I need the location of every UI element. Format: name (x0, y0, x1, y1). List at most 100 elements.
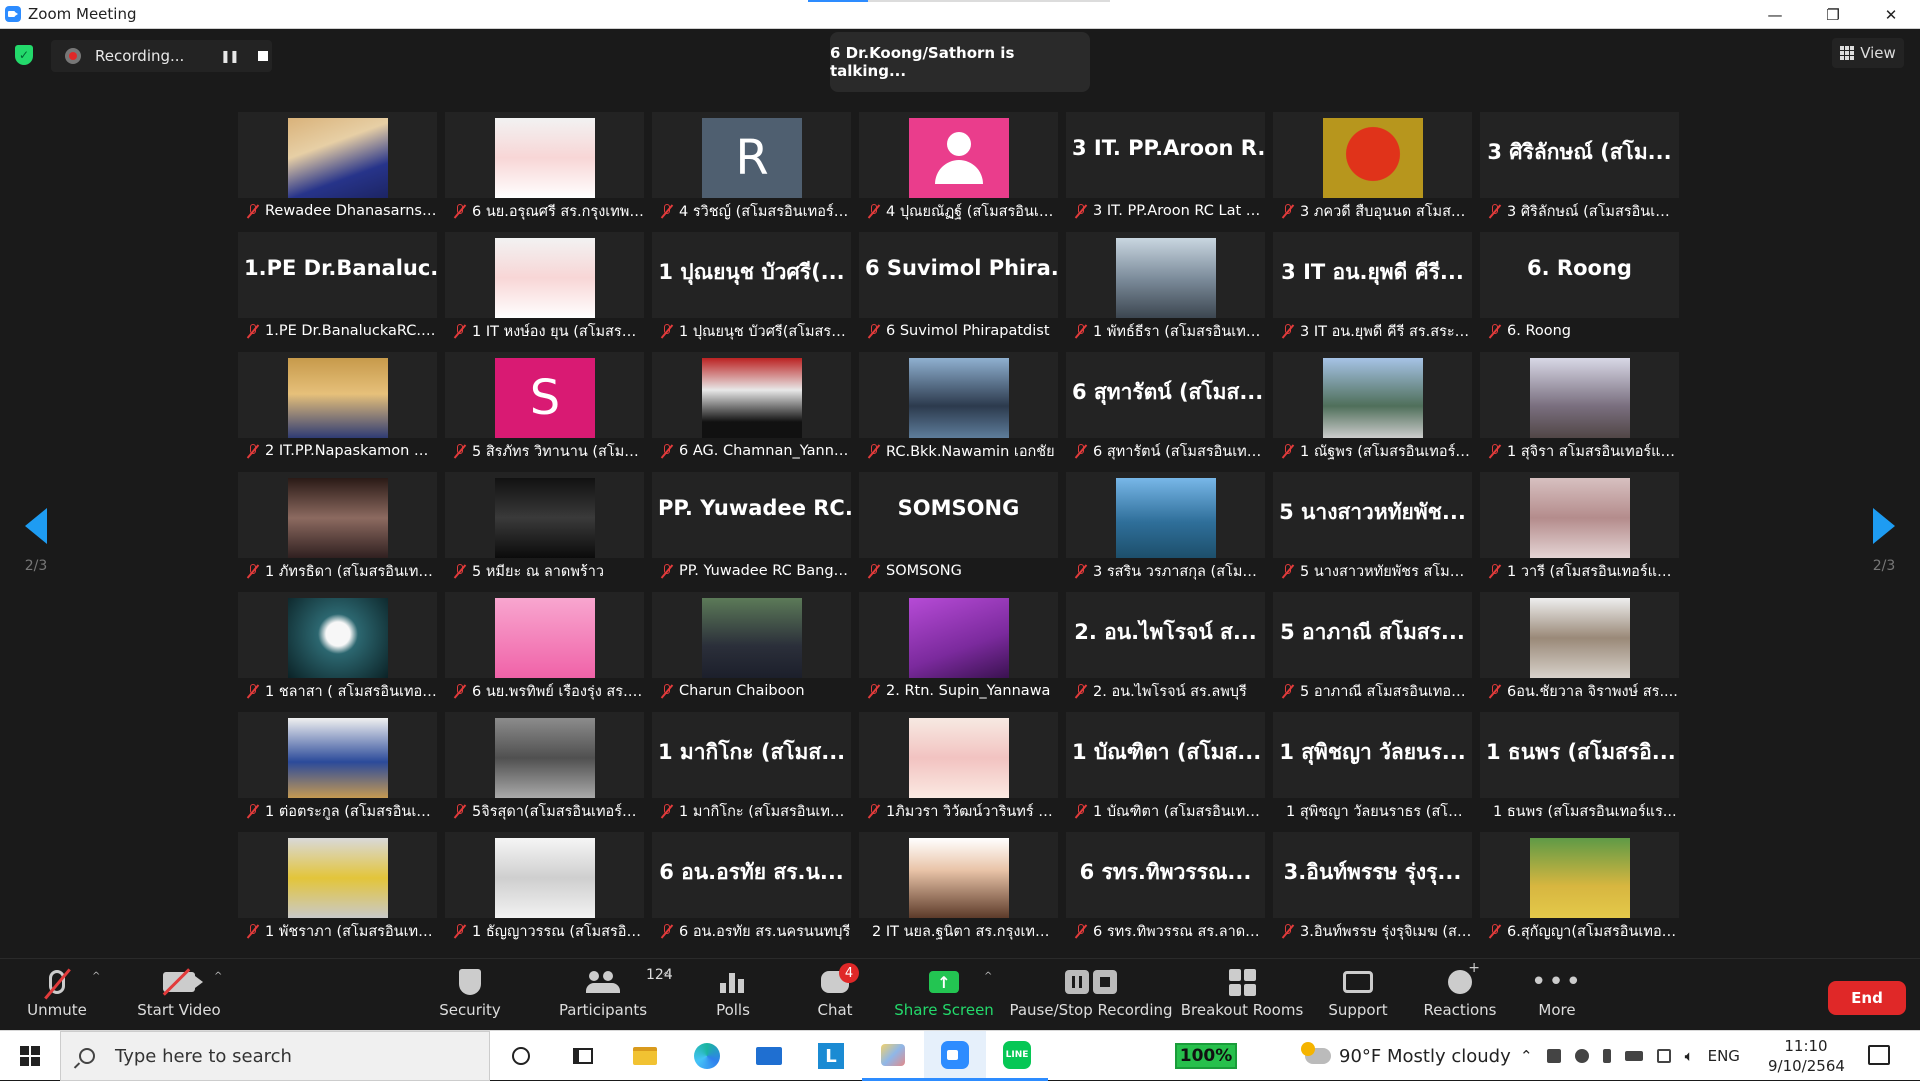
participant-tile[interactable]: 6 รทร.ทิพวรรณ... 6 รทร.ทิพวรรณ สร.ลาดพ... (1066, 832, 1265, 944)
video-options-caret[interactable]: ^ (214, 971, 222, 982)
participant-tile[interactable]: 1 พัทธ์ธีรา (สโมสรอินเทอร์... (1066, 232, 1265, 344)
start-button[interactable] (0, 1031, 60, 1081)
tray-app-icon[interactable] (1546, 1049, 1561, 1063)
close-button[interactable]: ✕ (1862, 0, 1920, 29)
participant-tile[interactable]: 6. Roong 6. Roong (1480, 232, 1679, 344)
show-hidden-icons-chevron-icon[interactable]: ⌃ (1520, 1047, 1533, 1065)
microphone-tray-icon[interactable] (1602, 1049, 1611, 1063)
participant-tile[interactable]: 6 สุทารัตน์ (สโมส... 6 สุทารัตน์ (สโมสรอิ… (1066, 352, 1265, 464)
previous-page-button[interactable]: 2/3 (6, 508, 66, 574)
more-button[interactable]: ••• More (1531, 965, 1581, 1025)
participant-tile[interactable]: 2. Rtn. Supin_Yannawa (859, 592, 1058, 704)
security-button[interactable]: Security (438, 965, 502, 1025)
participant-tile[interactable]: 3 IT อน.ยุพดี คีรี... 3 IT อน.ยุพดี คีรี … (1273, 232, 1472, 344)
participant-tile[interactable]: R 4 รวิชญ์ (สโมสรอินเทอร์แ... (652, 112, 851, 224)
participant-tile[interactable]: Charun Chaiboon (652, 592, 851, 704)
participant-tile[interactable]: 1 ต่อตระกูล (สโมสรอินเตอ... (238, 712, 437, 824)
input-language[interactable]: ENG (1708, 1047, 1740, 1065)
view-button[interactable]: View (1832, 38, 1904, 68)
restore-button[interactable]: ❐ (1804, 0, 1862, 29)
participant-tile[interactable]: 3 ศิริลักษณ์ (สโม... 3 ศิริลักษณ์ (สโมสรอ… (1480, 112, 1679, 224)
participant-tile[interactable]: 6อน.ชัยวาล จิราพงษ์ สร.... (1480, 592, 1679, 704)
chat-button[interactable]: 4 Chat (810, 963, 860, 1025)
participant-tile[interactable]: 1 IT หงษ์อง ยุน (สโมสรอิน... (445, 232, 644, 344)
battery-indicator[interactable]: 100% (1175, 1043, 1237, 1069)
participant-tile[interactable]: 5 หมียะ ณ ลาดพร้าว (445, 472, 644, 584)
participant-tile[interactable]: S 5 สิรภัทร วิทานาน (สโมสร... (445, 352, 644, 464)
participant-tile[interactable]: 1 มากิโกะ (สโมส... 1 มากิโกะ (สโมสรอินเทอ… (652, 712, 851, 824)
participant-tile[interactable]: 6 Suvimol Phira... 6 Suvimol Phirapatdist (859, 232, 1058, 344)
participant-tile[interactable]: 2. อน.ไพโรจน์ ส... 2. อน.ไพโรจน์ สร.ลพบุร… (1066, 592, 1265, 704)
share-options-caret[interactable]: ^ (984, 971, 992, 982)
participant-tile[interactable]: 1 วารี (สโมสรอินเทอร์แรค... (1480, 472, 1679, 584)
battery-tray-icon[interactable] (1624, 1051, 1643, 1061)
participant-tile[interactable]: 1 ปุณยนุช บัวศรี(... 1 ปุณยนุช บัวศรี(สโม… (652, 232, 851, 344)
participant-tile[interactable]: RC.Bkk.Nawamin เอกชัย (859, 352, 1058, 464)
participant-tile[interactable]: 6 อน.อรทัย สร.น... 6 อน.อรทัย สร.นครนนทบุ… (652, 832, 851, 944)
weather-widget[interactable]: 90°F Mostly cloudy (1301, 1031, 1511, 1081)
participant-tile[interactable]: 1 พัชราภา (สโมสรอินเทอร์... (238, 832, 437, 944)
participant-tile[interactable]: 1ภิมวรา วิวัฒน์วารินทร์ (ส... (859, 712, 1058, 824)
participant-tile[interactable]: 4 ปุณยณัฏฐ์ (สโมสรอินเท... (859, 112, 1058, 224)
taskbar-clock[interactable]: 11:10 9/10/2564 (1768, 1036, 1845, 1076)
reactions-button[interactable]: Reactions (1424, 960, 1497, 1025)
participant-tile[interactable]: 1 ณัฐพร (สโมสรอินเทอร์แ... (1273, 352, 1472, 464)
participant-tile[interactable]: 1.PE Dr.Banaluc... 1.PE Dr.BanaluckaRC.P.… (238, 232, 437, 344)
cortana-button[interactable] (490, 1031, 552, 1081)
participant-tile[interactable]: 5จิรสุดา(สโมสรอินเทอร์แร... (445, 712, 644, 824)
unmute-button[interactable]: Unmute (24, 965, 90, 1025)
polls-button[interactable]: Polls (708, 965, 758, 1025)
taskbar-search[interactable]: Type here to search (60, 1031, 490, 1081)
participant-tile[interactable]: 2 IT นยล.ฐนิตา สร.กรุงเทพ น... (859, 832, 1058, 944)
participant-tile[interactable]: 3 รสริน วรภาสกุล (สโมส... (1066, 472, 1265, 584)
participant-tile[interactable]: 1 ภัทรธิดา (สโมสรอินเทอร์... (238, 472, 437, 584)
end-meeting-button[interactable]: End (1828, 981, 1906, 1015)
edge-button[interactable] (676, 1031, 738, 1081)
pause-recording-icon[interactable]: ❚❚ (220, 49, 239, 63)
task-view-button[interactable] (552, 1031, 614, 1081)
participant-tile[interactable]: 1 สุพิชญา วัลยนร... 1 สุพิชญา วัลยนราธร (… (1273, 712, 1472, 824)
participant-tile[interactable]: 5 นางสาวหทัยพัช... 5 นางสาวหทัยพัชร สโมสร… (1273, 472, 1472, 584)
start-video-button[interactable]: Start Video (134, 965, 224, 1025)
participant-tile[interactable]: 6.สุกัญญา(สโมสรอินเทอร์... (1480, 832, 1679, 944)
line-app-button[interactable]: LINE (986, 1031, 1048, 1081)
audio-options-caret[interactable]: ^ (92, 971, 100, 982)
onedrive-cloud-icon[interactable] (1574, 1049, 1589, 1063)
network-icon[interactable] (1656, 1049, 1671, 1063)
encryption-shield-icon[interactable]: ✓ (15, 45, 33, 65)
file-explorer-button[interactable] (614, 1031, 676, 1081)
participant-tile[interactable]: 6 นย.พรทิพย์ เรืองรุ่ง สร. ... (445, 592, 644, 704)
zoom-taskbar-button[interactable] (924, 1031, 986, 1081)
participant-tile[interactable]: 1 ชลาสา ( สโมสรอินเทอร์... (238, 592, 437, 704)
participant-tile[interactable]: PP. Yuwadee RC... PP. Yuwadee RC Bang ... (652, 472, 851, 584)
participant-tile[interactable]: 3.อินท์พรรษ รุ่งรุ... 3.อินท์พรรษ รุ่งรุจ… (1273, 832, 1472, 944)
participant-tile[interactable]: 6 AG. Chamnan_Yanna... (652, 352, 851, 464)
participant-tile[interactable]: 1 ธัญญาวรรณ (สโมสรอิน... (445, 832, 644, 944)
support-button[interactable]: Support (1328, 965, 1388, 1025)
share-screen-button[interactable]: ↑ Share Screen (894, 965, 994, 1025)
participants-options-caret[interactable]: ^ (662, 971, 670, 982)
participant-tile[interactable]: SOMSONG SOMSONG (859, 472, 1058, 584)
participant-tile[interactable]: 1 ธนพร (สโมสรอิ... 1 ธนพร (สโมสรอินเทอร์แ… (1480, 712, 1679, 824)
participant-name: 1ภิมวรา วิวัฒน์วารินทร์ (ส... (886, 803, 1058, 820)
l-app-button[interactable]: L (800, 1031, 862, 1081)
next-page-button[interactable]: 2/3 (1854, 508, 1914, 574)
participant-tile[interactable]: 2 IT.PP.Napaskamon B... (238, 352, 437, 464)
minimize-button[interactable]: — (1746, 0, 1804, 29)
mail-button[interactable] (738, 1031, 800, 1081)
participant-tile[interactable]: 3 ภควดี สืบอุนนด สโมสร... (1273, 112, 1472, 224)
paint-app-button[interactable] (862, 1031, 924, 1081)
notification-center-icon[interactable] (1868, 1045, 1890, 1065)
volume-icon[interactable]: 🔈︎ (1685, 1047, 1694, 1065)
participants-button[interactable]: 124 Participants (558, 965, 673, 1025)
stop-recording-icon[interactable] (258, 51, 269, 61)
participant-tile[interactable]: 1 บัณฑิตา (สโมส... 1 บัณฑิตา (สโมสรอินเทอ… (1066, 712, 1265, 824)
participant-tile[interactable]: 6 นย.อรุณศรี สร.กรุงเทพบ... (445, 112, 644, 224)
participant-tile[interactable]: 5 อาภาณี สโมสร... 5 อาภาณี สโมสรอินเทอร์แ… (1273, 592, 1472, 704)
pause-stop-recording-button[interactable]: Pause/Stop Recording (1009, 965, 1173, 1025)
participant-tile[interactable]: 1 สุจิรา สโมสรอินเทอร์แรค... (1480, 352, 1679, 464)
participant-photo (1530, 838, 1630, 918)
participant-tile[interactable]: 3 IT. PP.Aroon R... 3 IT. PP.Aroon RC Lat… (1066, 112, 1265, 224)
participant-tile[interactable]: Rewadee Dhanasarnsilp (238, 112, 437, 224)
breakout-rooms-button[interactable]: Breakout Rooms (1181, 965, 1303, 1025)
